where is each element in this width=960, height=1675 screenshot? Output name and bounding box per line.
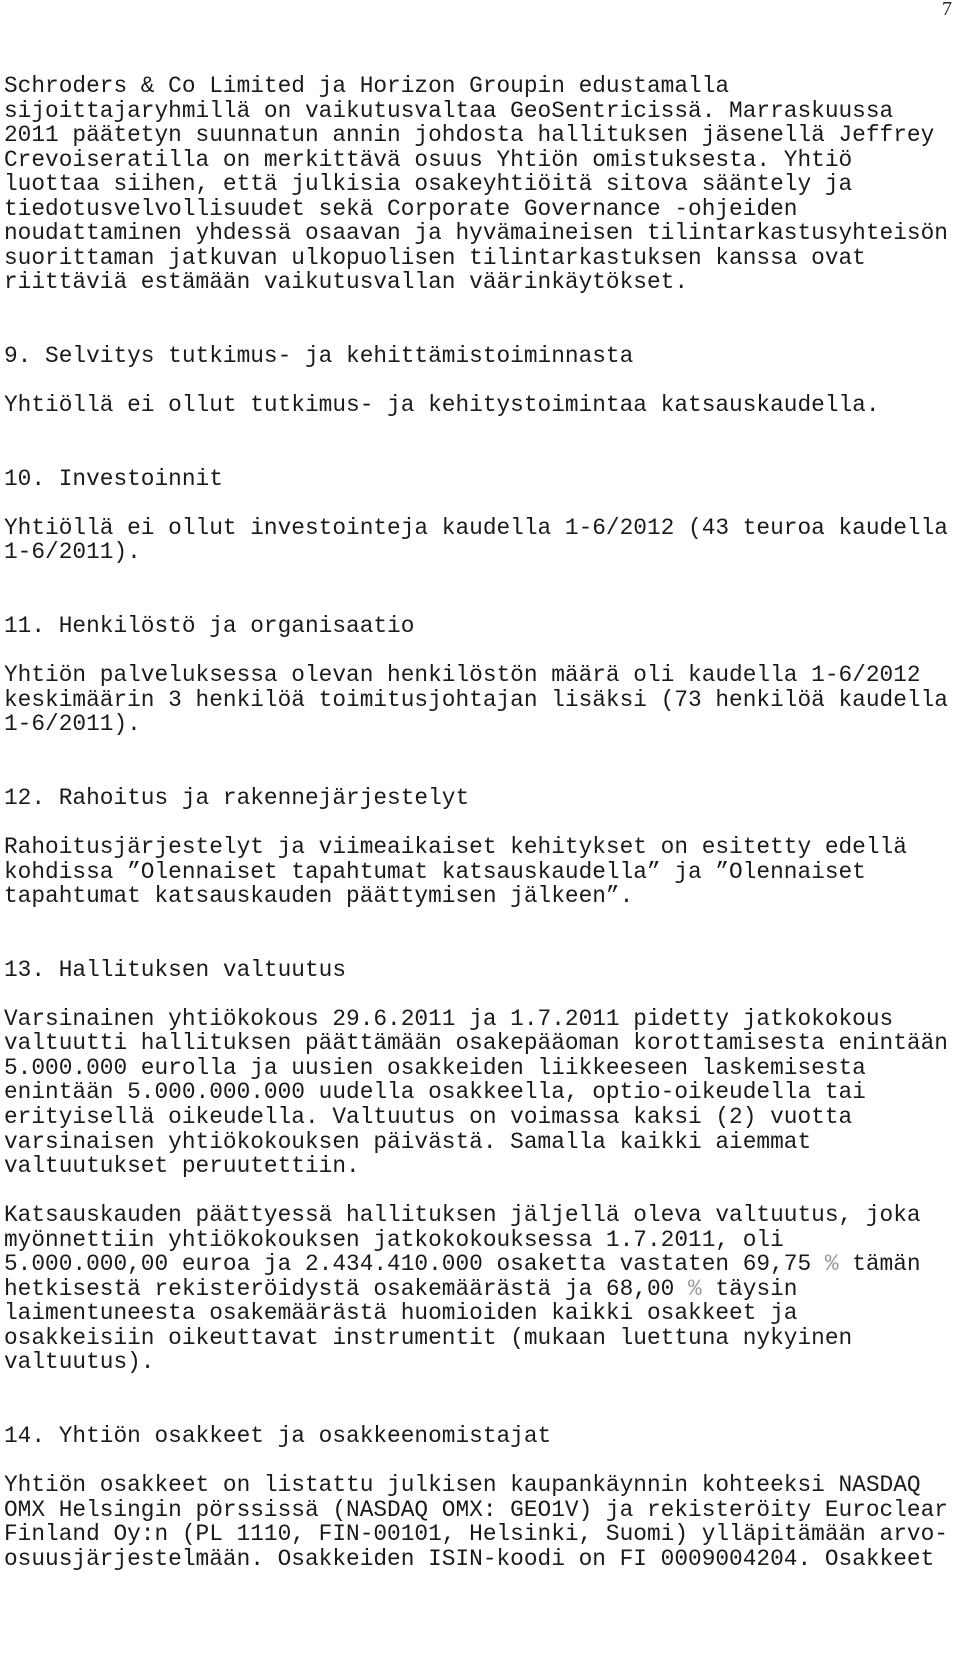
section-9: 9. Selvitys tutkimus- ja kehittämistoimi… [4,344,960,418]
section-14: 14. Yhtiön osakkeet ja osakkeenomistajat… [4,1424,960,1571]
section-12: 12. Rahoitus ja rakennejärjestelyt Rahoi… [4,786,960,909]
document-body: Schroders & Co Limited ja Horizon Groupi… [4,74,960,1571]
text-line: erityisellä oikeudella. Valtuutus on voi… [4,1103,853,1130]
text-line: 2011 päätetyn suunnatun annin johdosta h… [4,122,935,149]
text-line: 5.000.000,00 euroa ja 2.434.410.000 osak… [4,1252,960,1277]
paragraph: Katsauskauden päättyessä hallituksen jäl… [4,1203,960,1375]
text-line: luottaa siihen, että julkisia osakeyhtiö… [4,171,853,198]
text-span: tämän [838,1251,921,1278]
section-heading: 11. Henkilöstö ja organisaatio [4,613,415,640]
text-line: sijoittajaryhmillä on vaikutusvaltaa Geo… [4,97,894,124]
section-13: 13. Hallituksen valtuutus Varsinainen yh… [4,958,960,1375]
text-line: riittäviä estämään vaikutusvallan väärin… [4,269,689,296]
text-span: hetkisestä rekisteröidystä osakemäärästä… [4,1275,689,1302]
text-line: keskimäärin 3 henkilöä toimitusjohtajan … [4,686,948,713]
percent-sign: % [688,1275,702,1302]
text-line: enintään 5.000.000.000 uudella osakkeell… [4,1079,866,1106]
text-line: Varsinainen yhtiökokous 29.6.2011 ja 1.7… [4,1005,894,1032]
text-line: Schroders & Co Limited ja Horizon Groupi… [4,73,730,99]
section-heading: 14. Yhtiön osakkeet ja osakkeenomistajat [4,1423,552,1450]
text-line: valtuutukset peruutettiin. [4,1153,360,1180]
text-line: noudattaminen yhdessä osaavan ja hyvämai… [4,220,948,247]
text-line: Rahoitusjärjestelyt ja viimeaikaiset keh… [4,833,907,860]
intro-paragraph: Schroders & Co Limited ja Horizon Groupi… [4,74,960,295]
text-line: kohdissa ”Olennaiset tapahtumat katsausk… [4,858,866,885]
text-line: varsinaisen yhtiökokouksen päivästä. Sam… [4,1128,812,1155]
text-line: tiedotusvelvollisuudet sekä Corporate Go… [4,195,798,222]
text-line: 1-6/2011). [4,539,141,566]
section-heading: 13. Hallituksen valtuutus [4,956,347,983]
text-line: Yhtiöllä ei ollut investointeja kaudella… [4,514,948,541]
section-10: 10. Investoinnit Yhtiöllä ei ollut inves… [4,467,960,565]
text-line: myönnettiin yhtiökokouksen jatkokokoukse… [4,1226,784,1253]
paragraph: Varsinainen yhtiökokous 29.6.2011 ja 1.7… [4,1007,960,1179]
text-span: täysin [701,1275,798,1302]
text-span: 5.000.000,00 euroa ja 2.434.410.000 osak… [4,1251,825,1278]
text-line: Yhtiön palveluksessa olevan henkilöstön … [4,662,921,689]
text-line: 5.000.000 eurolla ja uusien osakkeiden l… [4,1054,866,1081]
text-line: osakkeisiin oikeuttavat instrumentit (mu… [4,1324,853,1351]
text-line: valtuutus). [4,1349,155,1376]
section-heading: 12. Rahoitus ja rakennejärjestelyt [4,784,470,811]
text-line: Katsauskauden päättyessä hallituksen jäl… [4,1202,921,1229]
text-line: Yhtiön osakkeet on listattu julkisen kau… [4,1472,921,1499]
text-line: osuusjärjestelmään. Osakkeiden ISIN-kood… [4,1545,935,1572]
text-line: Crevoiseratilla on merkittävä osuus Yhti… [4,146,853,173]
text-line: tapahtumat katsauskauden päättymisen jäl… [4,883,634,910]
text-line: 1-6/2011). [4,711,141,738]
text-line: suorittaman jatkuvan ulkopuolisen tilint… [4,244,866,271]
text-line: valtuutti hallituksen päättämään osakepä… [4,1030,948,1057]
page-number: 7 [942,0,952,20]
section-11: 11. Henkilöstö ja organisaatio Yhtiön pa… [4,614,960,737]
text-line: hetkisestä rekisteröidystä osakemäärästä… [4,1277,960,1302]
percent-sign: % [824,1251,839,1278]
text-line: laimentuneesta osakemäärästä huomioiden … [4,1300,798,1327]
text-line: Finland Oy:n (PL 1110, FIN-00101, Helsin… [4,1521,948,1548]
section-body: Yhtiöllä ei ollut tutkimus- ja kehitysto… [4,392,880,419]
section-heading: 10. Investoinnit [4,465,223,492]
text-line: OMX Helsingin pörssissä (NASDAQ OMX: GEO… [4,1496,948,1523]
section-heading: 9. Selvitys tutkimus- ja kehittämistoimi… [4,343,634,370]
